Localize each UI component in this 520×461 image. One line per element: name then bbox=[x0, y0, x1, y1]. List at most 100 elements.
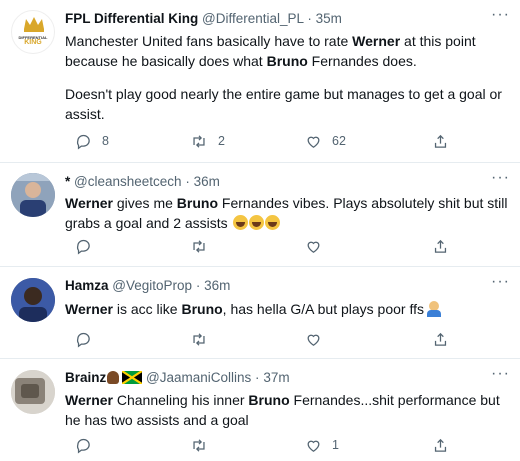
tweet-text: Werner gives me Bruno Fernandes vibes. P… bbox=[65, 193, 514, 233]
tweet-text: Werner Channeling his inner Bruno Fernan… bbox=[65, 390, 514, 430]
like-button[interactable]: 1 bbox=[305, 435, 339, 455]
avatar[interactable]: DIFFERENTIAL KING bbox=[11, 10, 55, 54]
tweet-header: FPL Differential King @Differential_PL ·… bbox=[65, 11, 480, 26]
tweet-actions bbox=[75, 236, 455, 256]
retweet-icon bbox=[193, 134, 205, 148]
like-button[interactable] bbox=[305, 329, 322, 349]
separator-dot: · bbox=[307, 11, 312, 26]
user-photo-icon bbox=[11, 173, 55, 217]
display-name[interactable]: * bbox=[65, 174, 70, 189]
like-count: 62 bbox=[332, 134, 346, 148]
timestamp[interactable]: 37m bbox=[263, 370, 289, 385]
share-icon bbox=[434, 438, 447, 452]
share-button[interactable] bbox=[432, 236, 449, 256]
retweet-button[interactable] bbox=[190, 435, 208, 455]
like-icon bbox=[307, 241, 320, 253]
crying-emoji-icon bbox=[264, 215, 280, 230]
retweet-icon bbox=[193, 332, 205, 346]
reply-button[interactable]: 8 bbox=[75, 131, 109, 151]
timestamp[interactable]: 35m bbox=[316, 11, 342, 26]
crying-emoji-icon bbox=[232, 215, 248, 230]
user-photo-icon bbox=[11, 278, 55, 322]
crown-logo-icon bbox=[24, 17, 44, 32]
highlight-bruno: Bruno bbox=[248, 392, 290, 408]
like-button[interactable] bbox=[305, 236, 322, 256]
like-icon bbox=[307, 136, 320, 148]
reply-icon bbox=[76, 438, 90, 454]
avatar-logo-text: KING bbox=[24, 39, 42, 46]
tweet[interactable]: * @cleansheetcech · 36m ··· Werner gives… bbox=[0, 163, 520, 267]
more-options-icon[interactable]: ··· bbox=[491, 169, 510, 187]
share-button[interactable] bbox=[432, 131, 449, 151]
user-handle[interactable]: @JaamaniCollins bbox=[146, 370, 251, 385]
share-icon bbox=[434, 332, 447, 346]
hand-emoji-icon bbox=[107, 371, 120, 384]
separator-dot: · bbox=[185, 174, 190, 189]
tweet-actions: 1 bbox=[75, 435, 455, 455]
tweet-actions bbox=[75, 329, 455, 349]
share-button[interactable] bbox=[432, 435, 449, 455]
more-options-icon[interactable]: ··· bbox=[491, 6, 510, 24]
separator-dot: · bbox=[255, 370, 260, 385]
retweet-count: 2 bbox=[218, 134, 225, 148]
avatar[interactable] bbox=[11, 370, 55, 414]
display-name[interactable]: FPL Differential King bbox=[65, 11, 198, 26]
highlight-bruno: Bruno bbox=[181, 301, 223, 317]
user-photo-icon bbox=[11, 370, 55, 414]
reply-button[interactable] bbox=[75, 329, 92, 349]
like-button[interactable]: 62 bbox=[305, 131, 346, 151]
highlight-werner: Werner bbox=[65, 301, 113, 317]
highlight-bruno: Bruno bbox=[176, 195, 219, 211]
tweet-header: Hamza @VegitoProp · 36m bbox=[65, 278, 480, 293]
retweet-button[interactable] bbox=[190, 329, 208, 349]
more-options-icon[interactable]: ··· bbox=[491, 273, 510, 291]
tweet-text: Werner is acc like Bruno, has hella G/A … bbox=[65, 299, 514, 319]
highlight-werner: Werner bbox=[65, 195, 113, 211]
user-handle[interactable]: @cleansheetcech bbox=[74, 174, 182, 189]
retweet-icon bbox=[193, 239, 205, 253]
timestamp[interactable]: 36m bbox=[194, 174, 220, 189]
reply-count: 8 bbox=[102, 134, 109, 148]
tweet-text-segment: Doesn't play good nearly the entire game… bbox=[65, 86, 502, 122]
display-name[interactable]: Brainz bbox=[65, 370, 106, 385]
jamaica-flag-icon bbox=[122, 371, 143, 384]
tweet[interactable]: Brainz @JaamaniCollins · 37m ··· Werner … bbox=[0, 359, 520, 461]
share-icon bbox=[434, 239, 447, 253]
reply-icon bbox=[76, 134, 90, 150]
retweet-icon bbox=[193, 438, 205, 452]
tweet[interactable]: Hamza @VegitoProp · 36m ··· Werner is ac… bbox=[0, 267, 520, 359]
highlight-bruno: Bruno bbox=[266, 53, 308, 69]
timestamp[interactable]: 36m bbox=[204, 278, 230, 293]
display-name[interactable]: Hamza bbox=[65, 278, 109, 293]
reply-icon bbox=[76, 332, 90, 348]
more-options-icon[interactable]: ··· bbox=[491, 365, 510, 383]
share-icon bbox=[434, 134, 447, 148]
retweet-button[interactable]: 2 bbox=[190, 131, 225, 151]
retweet-button[interactable] bbox=[190, 236, 208, 256]
like-icon bbox=[307, 440, 320, 452]
reply-icon bbox=[76, 239, 90, 255]
tweet-actions: 8 2 62 bbox=[75, 131, 455, 151]
tweet-text-segment: is acc like bbox=[112, 301, 182, 317]
like-icon bbox=[307, 334, 320, 346]
tweet-text: Manchester United fans basically have to… bbox=[65, 31, 514, 71]
crying-emoji-icon bbox=[248, 215, 264, 230]
reply-button[interactable] bbox=[75, 435, 92, 455]
like-count: 1 bbox=[332, 438, 339, 452]
avatar[interactable] bbox=[11, 278, 55, 322]
tweet-text-segment: Manchester United fans basically have to… bbox=[65, 33, 353, 49]
user-handle[interactable]: @VegitoProp bbox=[112, 278, 192, 293]
tweet-text-segment: gives me bbox=[112, 195, 177, 211]
share-button[interactable] bbox=[432, 329, 449, 349]
tweet[interactable]: DIFFERENTIAL KING FPL Differential King … bbox=[0, 0, 520, 163]
user-handle[interactable]: @Differential_PL bbox=[202, 11, 304, 26]
tweet-header: * @cleansheetcech · 36m bbox=[65, 174, 480, 189]
tweet-text-segment: , has hella G/A but plays poor ffs bbox=[222, 301, 424, 317]
highlight-werner: Werner bbox=[352, 33, 401, 49]
avatar[interactable] bbox=[11, 173, 55, 217]
tweet-text-segment: Channeling his inner bbox=[112, 392, 249, 408]
reply-button[interactable] bbox=[75, 236, 92, 256]
separator-dot: · bbox=[195, 278, 201, 293]
highlight-werner: Werner bbox=[65, 392, 113, 408]
tweet-text-paragraph-2: Doesn't play good nearly the entire game… bbox=[65, 84, 514, 124]
